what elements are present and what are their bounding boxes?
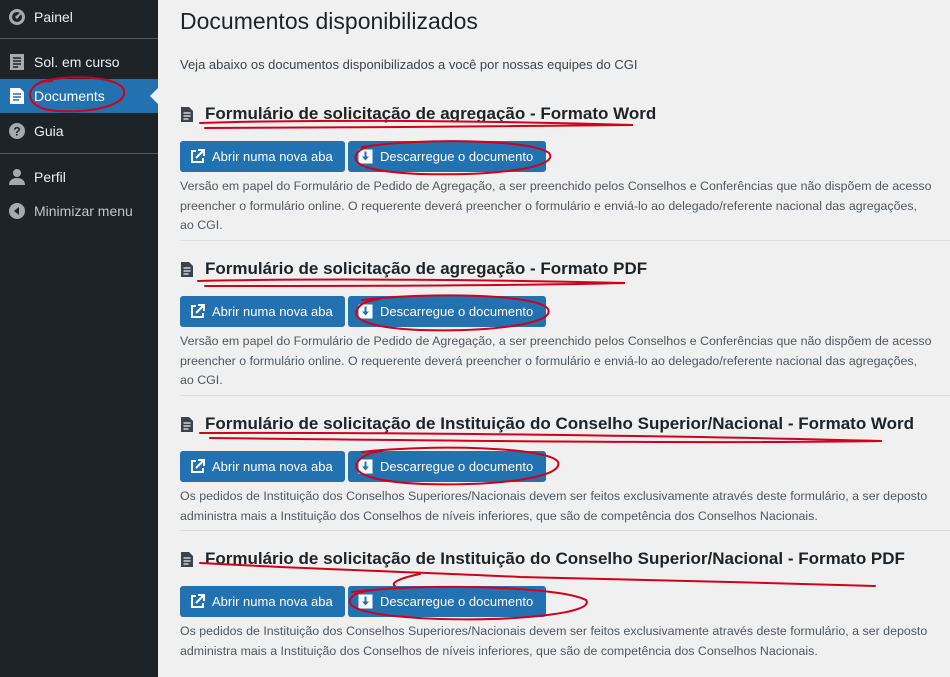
- download-icon: [357, 459, 373, 475]
- sidebar-item-guia[interactable]: ? Guia: [0, 114, 158, 148]
- open-new-tab-button[interactable]: Abrir numa nova aba: [180, 451, 345, 482]
- document-icon: [180, 106, 198, 123]
- button-label: Abrir numa nova aba: [212, 594, 333, 609]
- user-icon: [7, 168, 27, 186]
- document-divider: [180, 240, 950, 241]
- button-label: Abrir numa nova aba: [212, 459, 333, 474]
- sidebar-item-label: Guia: [34, 123, 64, 139]
- download-document-button[interactable]: Descarregue o documento: [348, 141, 546, 172]
- external-link-icon: [189, 304, 205, 320]
- document-description: Versão em papel do Formulário de Pedido …: [180, 179, 932, 232]
- document-title-row: Formulário de solicitação de Instituição…: [180, 549, 905, 569]
- main-content: Documentos disponibilizados Veja abaixo …: [158, 0, 950, 677]
- document-icon: [180, 261, 198, 278]
- sidebar-item-label: Perfil: [34, 169, 66, 185]
- page-intro: Veja abaixo os documentos disponibilizad…: [180, 57, 638, 72]
- download-icon: [357, 594, 373, 610]
- button-label: Descarregue o documento: [380, 459, 534, 474]
- document-title: Formulário de solicitação de agregação -…: [205, 104, 657, 123]
- sidebar-item-label: Painel: [34, 9, 73, 25]
- document-title: Formulário de solicitação de Instituição…: [205, 549, 905, 568]
- button-label: Abrir numa nova aba: [212, 149, 333, 164]
- sidebar-item-painel[interactable]: Painel: [0, 0, 158, 34]
- download-document-button[interactable]: Descarregue o documento: [348, 296, 546, 327]
- document-divider: [180, 530, 950, 531]
- open-new-tab-button[interactable]: Abrir numa nova aba: [180, 296, 345, 327]
- external-link-icon: [189, 459, 205, 475]
- download-document-button[interactable]: Descarregue o documento: [348, 451, 546, 482]
- button-label: Descarregue o documento: [380, 594, 534, 609]
- document-icon: [180, 551, 198, 568]
- svg-text:?: ?: [13, 125, 20, 139]
- download-icon: [357, 304, 373, 320]
- sidebar-item-documents[interactable]: Documents: [0, 79, 158, 113]
- open-new-tab-button[interactable]: Abrir numa nova aba: [180, 586, 345, 617]
- sidebar-item-label: Minimizar menu: [34, 203, 133, 219]
- sidebar-item-label: Documents: [34, 88, 105, 104]
- document-description: Versão em papel do Formulário de Pedido …: [180, 334, 932, 387]
- external-link-icon: [189, 149, 205, 165]
- sidebar-separator: [0, 38, 158, 39]
- external-link-icon: [189, 594, 205, 610]
- document-title-row: Formulário de solicitação de agregação -…: [180, 104, 656, 124]
- document-title: Formulário de solicitação de agregação -…: [205, 259, 648, 278]
- help-icon: ?: [7, 122, 27, 140]
- sidebar-item-sol-em-curso[interactable]: Sol. em curso: [0, 45, 158, 79]
- download-icon: [357, 149, 373, 165]
- document-divider: [180, 395, 950, 396]
- admin-sidebar: Painel Sol. em curso Documents ? Guia Pe…: [0, 0, 158, 677]
- button-label: Abrir numa nova aba: [212, 304, 333, 319]
- document-title-row: Formulário de solicitação de Instituição…: [180, 414, 914, 434]
- document-list-icon: [7, 53, 27, 71]
- download-document-button[interactable]: Descarregue o documento: [348, 586, 546, 617]
- sidebar-item-perfil[interactable]: Perfil: [0, 160, 158, 194]
- sidebar-item-label: Sol. em curso: [34, 54, 120, 70]
- sidebar-separator: [0, 153, 158, 154]
- document-title-row: Formulário de solicitação de agregação -…: [180, 259, 647, 279]
- document-title: Formulário de solicitação de Instituição…: [205, 414, 915, 433]
- collapse-menu-button[interactable]: Minimizar menu: [0, 194, 158, 228]
- page-title: Documentos disponibilizados: [180, 8, 478, 34]
- document-description: Os pedidos de Instituição dos Conselhos …: [180, 489, 928, 523]
- document-icon: [7, 87, 27, 105]
- button-label: Descarregue o documento: [380, 304, 534, 319]
- open-new-tab-button[interactable]: Abrir numa nova aba: [180, 141, 345, 172]
- document-icon: [180, 416, 198, 433]
- document-description: Os pedidos de Instituição dos Conselhos …: [180, 624, 928, 658]
- button-label: Descarregue o documento: [380, 149, 534, 164]
- collapse-icon: [7, 202, 27, 220]
- dashboard-icon: [7, 8, 27, 26]
